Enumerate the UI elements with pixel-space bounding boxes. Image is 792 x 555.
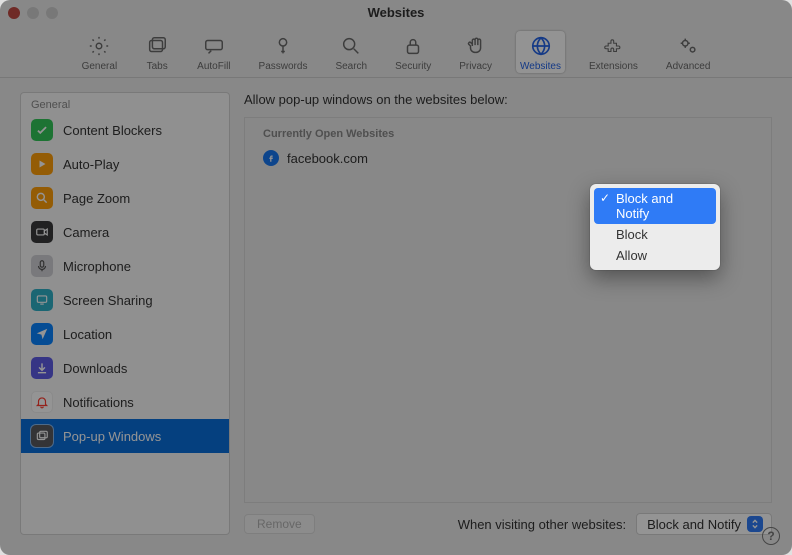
policy-dropdown: Block and Notify Block Allow <box>590 184 720 270</box>
option-allow[interactable]: Allow <box>594 245 716 266</box>
modal-dimmer <box>0 0 792 555</box>
option-block[interactable]: Block <box>594 224 716 245</box>
option-block-and-notify[interactable]: Block and Notify <box>594 188 716 224</box>
